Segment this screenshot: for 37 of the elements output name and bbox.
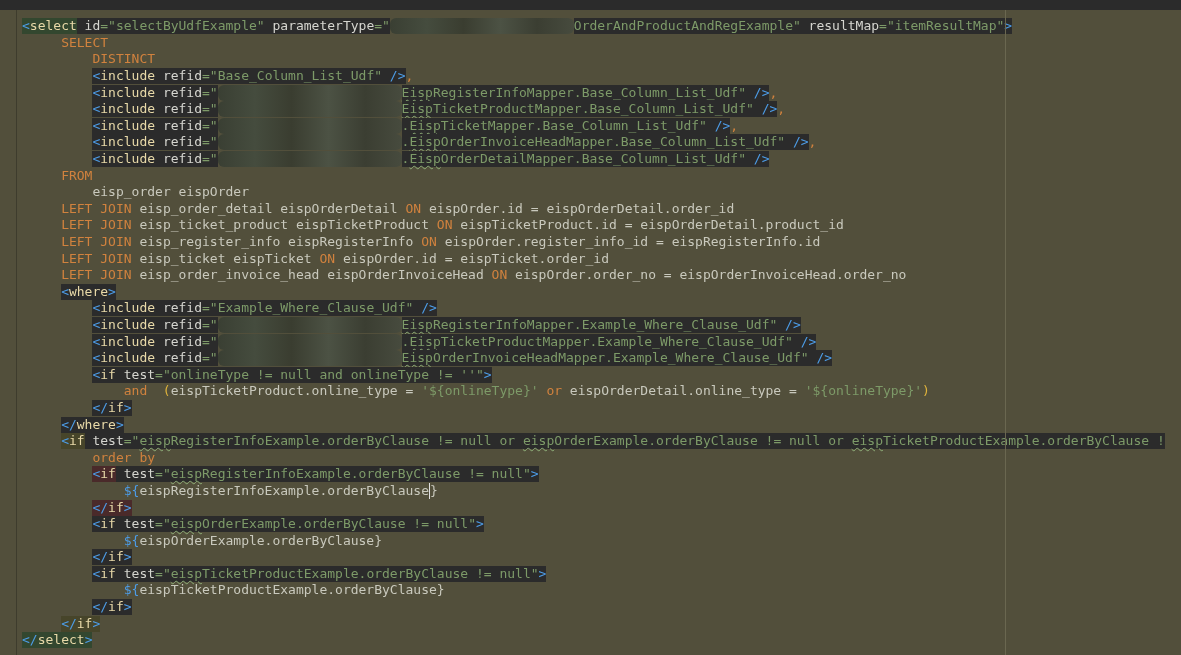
code-line: </if> bbox=[60, 615, 101, 632]
code-line: DISTINCT bbox=[91, 51, 156, 68]
code-line: <include refid=" .EispTicketProductMapper.Example_Where_Clause_Udf" /> bbox=[91, 333, 817, 350]
code-line: ${eispTicketProductExample.orderByClause} bbox=[122, 582, 445, 599]
code-line: <if test="eispOrderExample.orderByClause != null"> bbox=[91, 515, 484, 533]
code-line: LEFT JOIN eisp_order_detail eispOrderDetail ON eispOrder.id = eispOrderDetail.order_id bbox=[60, 200, 735, 218]
code-line: SELECT bbox=[60, 34, 109, 52]
code-line: LEFT JOIN eisp_order_invoice_head eispOrderInvoiceHead ON eispOrder.order_no = eispOrderInvoiceHead.order_no bbox=[60, 266, 907, 284]
code-line: </if> bbox=[91, 399, 132, 417]
code-line: </where> bbox=[60, 416, 124, 433]
code-line: <if test="onlineType != null and onlineType != ''"> bbox=[91, 366, 492, 384]
code-line: <include refid="Base_Column_List_Udf" />, bbox=[91, 67, 414, 85]
code-line: </if> bbox=[91, 598, 132, 616]
code-line: <if test="eispTicketProductExample.orderByClause != null"> bbox=[91, 565, 547, 583]
code-line: order by bbox=[91, 449, 156, 467]
code-line: FROM bbox=[60, 167, 93, 184]
code-line: <if test="eispRegisterInfoExample.orderByClause != null or eispOrderExample.orderByClause != null or eispTicketProductExample.orderByClause ! bbox=[60, 432, 1165, 450]
code-line: <include refid=" .EispTicketMapper.Base_Column_List_Udf" />, bbox=[91, 117, 739, 135]
code-line: ${eispRegisterInfoExample.orderByClause} bbox=[122, 482, 438, 500]
code-line: and (eispTicketProduct.online_type = '${onlineType}' or eispOrderDetail.online_type = '${onlineType}') bbox=[122, 383, 930, 400]
code-line: <if test="eispRegisterInfoExample.orderByClause != null"> bbox=[91, 466, 539, 483]
code-line: LEFT JOIN eisp_ticket eispTicket ON eispOrder.id = eispTicket.order_id bbox=[60, 250, 609, 267]
code-line: eisp_order eispOrder bbox=[91, 183, 249, 201]
code-line: <include refid=" EispOrderInvoiceHeadMapper.Example_Where_Clause_Udf" /> bbox=[91, 349, 833, 367]
code-line: </if> bbox=[91, 549, 132, 566]
code-line: <include refid=" EispTicketProductMapper.Base_Column_List_Udf" />, bbox=[91, 100, 786, 118]
code-line: </select> bbox=[22, 631, 93, 649]
code-line: LEFT JOIN eisp_ticket_product eispTicketProduct ON eispTicketProduct.id = eispOrderDetail.product_id bbox=[60, 217, 844, 234]
code-line: <where> bbox=[60, 283, 116, 301]
code-line: <include refid=" EispRegisterInfoMapper.Base_Column_List_Udf" />, bbox=[91, 84, 778, 101]
code-line: <include refid=" .EispOrderInvoiceHeadMapper.Base_Column_List_Udf" />, bbox=[91, 134, 817, 151]
code-line: <include refid=" EispRegisterInfoMapper.Example_Where_Clause_Udf" /> bbox=[91, 316, 801, 334]
code-line: <include refid=" .EispOrderDetailMapper.Base_Column_List_Udf" /> bbox=[91, 150, 770, 168]
code-line: ${eispOrderExample.orderByClause} bbox=[122, 532, 383, 549]
code-line: </if> bbox=[91, 499, 132, 516]
code-line: LEFT JOIN eisp_register_info eispRegisterInfo ON eispOrder.register_info_id = eispRegisterInfo.id bbox=[60, 233, 821, 251]
code-line: <include refid="Example_Where_Clause_Udf" /> bbox=[91, 300, 437, 317]
